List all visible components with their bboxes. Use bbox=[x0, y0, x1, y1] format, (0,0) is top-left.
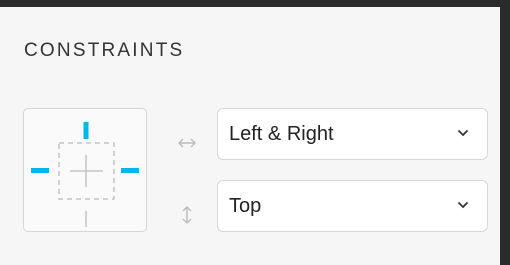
chevron-down-icon bbox=[457, 129, 469, 137]
chevron-down-icon bbox=[457, 201, 469, 209]
vertical-arrows-icon bbox=[182, 205, 192, 225]
horizontal-constraint-value: Left & Right bbox=[229, 123, 334, 145]
constraints-panel: CONSTRAINTS Left & Right Top bbox=[0, 7, 500, 265]
right-constraint-active[interactable] bbox=[121, 168, 139, 173]
horizontal-constraint-select[interactable]: Left & Right bbox=[217, 108, 488, 160]
top-constraint-active[interactable] bbox=[83, 122, 89, 139]
section-title: CONSTRAINTS bbox=[24, 40, 185, 61]
constraint-diagram bbox=[31, 122, 139, 227]
vertical-constraint-select[interactable]: Top bbox=[217, 180, 488, 232]
horizontal-arrows-icon bbox=[177, 138, 197, 148]
vertical-constraint-value: Top bbox=[229, 195, 262, 217]
constraint-widget[interactable] bbox=[23, 108, 147, 232]
left-constraint-active[interactable] bbox=[31, 168, 49, 173]
